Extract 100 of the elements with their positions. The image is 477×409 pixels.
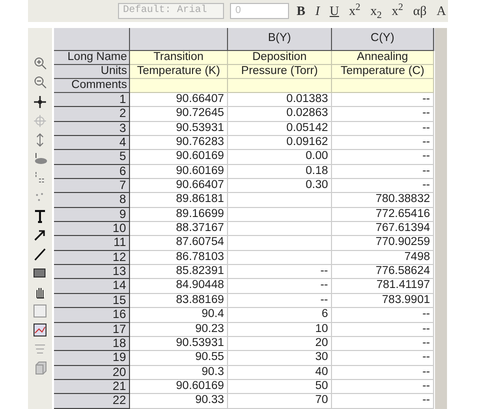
table-cell: 90.4 (130, 308, 228, 322)
label-cell: Pressure (Torr) (228, 65, 332, 79)
label-cell: Temperature (K) (130, 65, 228, 79)
table-cell: 0.02863 (228, 107, 332, 122)
table-cell: -- (332, 366, 434, 380)
table-cell: 70 (228, 394, 332, 409)
table-cell: -- (332, 164, 434, 180)
table-cell: 0.09162 (228, 136, 332, 150)
table-cell: 90.53931 (130, 122, 228, 136)
row-number: 8 (54, 193, 130, 208)
table-cell: 87.60754 (130, 236, 228, 251)
table-cell: 85.82391 (130, 265, 228, 280)
format-button[interactable]: αβ (411, 1, 429, 21)
table-cell: 772.65416 (332, 208, 434, 222)
label-cell: Annealing (332, 51, 434, 65)
table-cell: 767.61394 (332, 222, 434, 236)
table-cell: 783.9901 (332, 294, 434, 308)
table-cell: 0.30 (228, 179, 332, 194)
table-cell: 40 (228, 366, 332, 380)
row-number: 7 (54, 179, 130, 194)
label-cell: Transition (130, 51, 228, 65)
row-number: 16 (54, 308, 130, 322)
table-cell: -- (332, 122, 434, 136)
row-number: 13 (54, 265, 130, 280)
table-cell: -- (228, 279, 332, 294)
table-cell: 7498 (332, 250, 434, 266)
row-number: 19 (54, 351, 130, 366)
table-cell: 88.37167 (130, 222, 228, 236)
format-button[interactable]: U (328, 1, 342, 21)
table-cell: 0.18 (228, 164, 332, 180)
chart-icon[interactable] (32, 322, 48, 338)
row-number: 10 (54, 222, 130, 236)
arrow-icon[interactable] (32, 227, 48, 243)
table-cell: 780.38832 (332, 193, 434, 208)
table-cell: 90.72645 (130, 107, 228, 122)
format-button[interactable]: I (313, 1, 322, 21)
table-cell: -- (332, 308, 434, 322)
table-cell: -- (228, 294, 332, 308)
table-cell: 90.53931 (130, 336, 228, 352)
table-cell: 50 (228, 380, 332, 394)
crosshair-icon[interactable] (32, 94, 48, 110)
row-number: 15 (54, 294, 130, 308)
row-number: 12 (54, 250, 130, 266)
row-number: 9 (54, 208, 130, 222)
table-cell: -- (332, 136, 434, 150)
row-label: Units (54, 65, 130, 79)
row-number: 18 (54, 336, 130, 352)
table-cell: 0.05142 (228, 122, 332, 136)
row-number: 2 (54, 107, 130, 122)
label-cell: Deposition (228, 51, 332, 65)
table-cell: 10 (228, 322, 332, 337)
format-button[interactable]: B (294, 1, 308, 21)
table-cell: -- (332, 322, 434, 337)
table-cell: 89.86181 (130, 193, 228, 208)
table-cell: 90.23 (130, 322, 228, 337)
row-number: 14 (54, 279, 130, 294)
table-cell: 90.3 (130, 366, 228, 380)
row-number: 20 (54, 366, 130, 380)
format-button[interactable]: x$_{2}$ (368, 1, 384, 21)
table-cell: 781.41197 (332, 279, 434, 294)
table-cell: -- (332, 179, 434, 194)
table-cell: 90.76283 (130, 136, 228, 150)
row-number: 5 (54, 150, 130, 165)
text-tool-icon[interactable] (32, 208, 48, 224)
zoom-in-icon[interactable] (32, 56, 48, 72)
row-number: 4 (54, 136, 130, 150)
table-cell: 90.66407 (130, 93, 228, 108)
table-cell: 30 (228, 351, 332, 366)
table-cell: 776.58624 (332, 265, 434, 280)
table-cell: -- (228, 265, 332, 280)
line-icon[interactable] (32, 246, 48, 262)
row-number: 11 (54, 236, 130, 251)
table-cell: 770.90259 (332, 236, 434, 251)
table-cell: 0.00 (228, 150, 332, 165)
table-cell: 6 (228, 308, 332, 322)
table-cell: 20 (228, 336, 332, 352)
table-cell: -- (332, 336, 434, 352)
row-number: 1 (54, 93, 130, 108)
table-cell: 84.90448 (130, 279, 228, 294)
table-cell: -- (332, 107, 434, 122)
table-cell: 86.78103 (130, 250, 228, 266)
row-number: 6 (54, 164, 130, 180)
table-cell: -- (332, 93, 434, 108)
table-cell: -- (332, 394, 434, 409)
table-cell: 89.16699 (130, 208, 228, 222)
table-cell: 90.66407 (130, 179, 228, 194)
table-cell: 0.01383 (228, 93, 332, 108)
row-number: 21 (54, 380, 130, 394)
table-cell: 90.60169 (130, 150, 228, 165)
table-cell: -- (332, 380, 434, 394)
row-number: 22 (54, 394, 130, 409)
label-cell: Temperature (C) (332, 65, 434, 79)
zoom-out-icon[interactable] (32, 75, 48, 91)
format-button[interactable]: x$^{2}$ (390, 1, 406, 21)
table-cell: 83.88169 (130, 294, 228, 308)
table-cell: -- (332, 150, 434, 165)
format-button[interactable]: A (434, 1, 448, 21)
table-cell: 90.33 (130, 394, 228, 409)
format-button[interactable]: x$^{2}$ (347, 1, 362, 21)
table-cell: 90.60169 (130, 380, 228, 394)
